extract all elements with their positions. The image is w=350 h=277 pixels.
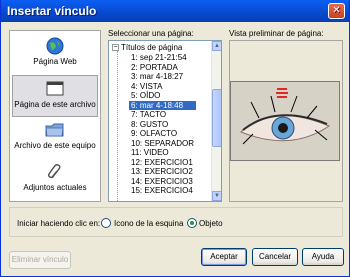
link-type-nav: Página Web Página de este archivo Archiv…	[9, 30, 101, 202]
document-icon	[46, 81, 64, 96]
list-item[interactable]: 11: VIDEO	[129, 148, 196, 158]
scroll-thumb[interactable]	[212, 89, 221, 147]
globe-icon	[46, 37, 64, 55]
list-item[interactable]: 15: EXERCICIO4	[129, 186, 196, 196]
page-list: 1: sep 21-21:54 2: PORTADA 3: mar 4-18:2…	[129, 53, 196, 196]
paperclip-icon	[47, 164, 61, 179]
list-item[interactable]: 4: VISTA	[129, 82, 196, 92]
radio-object-label[interactable]: Objeto	[199, 219, 223, 228]
scroll-down-icon[interactable]: ▼	[212, 191, 221, 201]
help-button[interactable]: Ayuda	[302, 248, 344, 266]
nav-item-page-in-file[interactable]: Página de este archivo	[12, 75, 98, 117]
list-item[interactable]: 12: EXERCICIO1	[129, 158, 196, 168]
page-tree-label: Seleccionar una página:	[108, 29, 194, 38]
radio-corner-label[interactable]: Icono de la esquina	[114, 219, 183, 228]
tree-connector	[117, 51, 118, 201]
nav-item-current-attachments[interactable]: Adjuntos actuales	[12, 159, 98, 201]
tree-scrollbar[interactable]: ▲ ▼	[211, 41, 221, 201]
radio-corner-icon[interactable]	[101, 218, 111, 228]
remove-link-button[interactable]: Eliminar vínculo	[9, 251, 71, 269]
close-button[interactable]: ✕	[328, 3, 345, 19]
list-item[interactable]: 8: GUSTO	[129, 120, 196, 130]
nav-item-web-page[interactable]: Página Web	[12, 33, 98, 75]
folder-icon	[45, 123, 64, 137]
nav-label: Archivo de este equipo	[14, 141, 96, 150]
collapse-icon[interactable]: −	[112, 44, 119, 52]
list-item[interactable]: 2: PORTADA	[129, 63, 196, 73]
close-icon: ✕	[332, 5, 341, 16]
list-item[interactable]: 13: EXERCICIO2	[129, 167, 196, 177]
nav-label: Adjuntos actuales	[23, 183, 87, 192]
list-item[interactable]: 10: SEPARADOR	[129, 139, 196, 149]
cancel-button[interactable]: Cancelar	[252, 248, 298, 266]
list-item[interactable]: 5: OÍDO	[129, 91, 196, 101]
page-preview-image	[230, 81, 340, 161]
page-tree[interactable]: − Títulos de página 1: sep 21-21:54 2: PO…	[108, 40, 222, 202]
preview-label: Vista preliminar de página:	[229, 29, 324, 38]
list-item[interactable]: 9: OLFACTO	[129, 129, 196, 139]
insert-link-dialog: Insertar vínculo ✕ Página Web Página de …	[0, 0, 350, 277]
eye-preview-icon	[231, 82, 339, 160]
list-item-selected[interactable]: 6: mar 4-18:48	[129, 100, 196, 110]
list-item[interactable]: 1: sep 21-21:54	[129, 53, 196, 63]
dialog-title: Insertar vínculo	[7, 4, 97, 18]
start-label: Iniciar haciendo clic en:	[17, 219, 101, 228]
scroll-up-icon[interactable]: ▲	[212, 41, 221, 51]
ok-button[interactable]: Aceptar	[201, 248, 247, 266]
title-bar: Insertar vínculo ✕	[1, 0, 349, 22]
list-item[interactable]: 14: EXERCICIO3	[129, 177, 196, 187]
nav-item-file-on-computer[interactable]: Archivo de este equipo	[12, 117, 98, 159]
nav-label: Página de este archivo	[14, 100, 96, 109]
radio-object[interactable]	[187, 218, 197, 228]
tree-root-label: Títulos de página	[121, 43, 183, 52]
list-item[interactable]: 7: TACTO	[129, 110, 196, 120]
list-item[interactable]: 3: mar 4-18:27	[129, 72, 196, 82]
nav-label: Página Web	[33, 57, 77, 66]
tree-root[interactable]: − Títulos de página	[112, 43, 182, 52]
tree-content: − Títulos de página 1: sep 21-21:54 2: PO…	[109, 41, 212, 201]
